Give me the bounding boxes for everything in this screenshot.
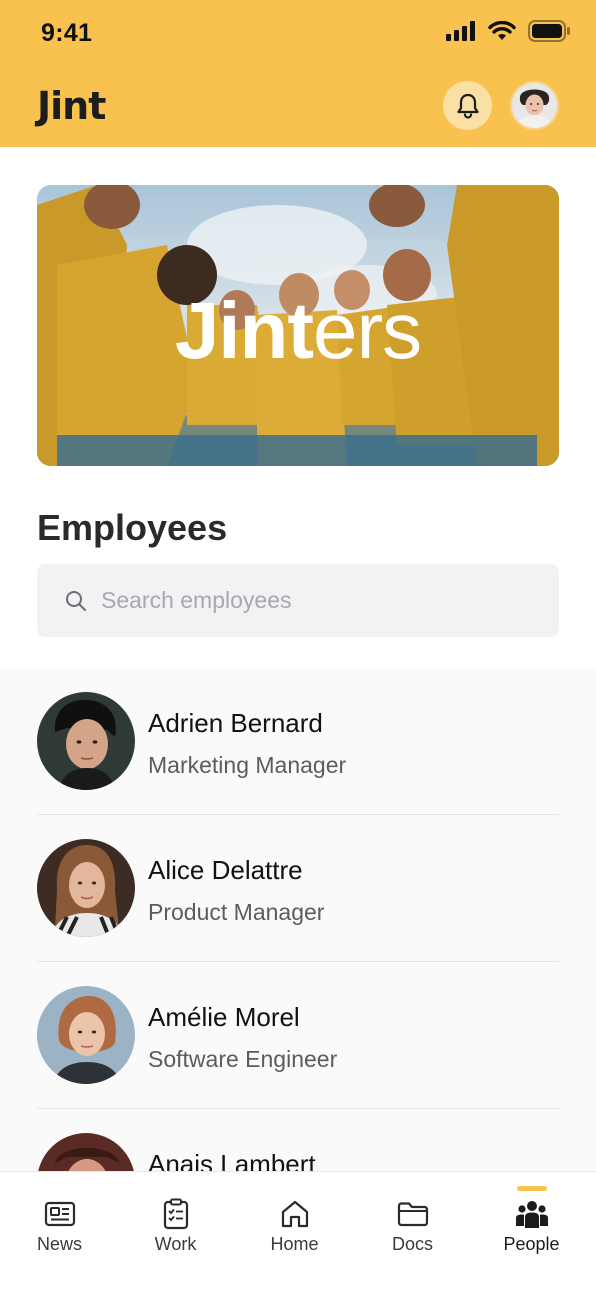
employee-name: Anais Lambert xyxy=(148,1149,316,1171)
employee-role: Product Manager xyxy=(148,899,325,925)
clipboard-checklist-icon xyxy=(163,1198,188,1230)
tab-label: Home xyxy=(270,1234,319,1254)
employee-name: Adrien Bernard xyxy=(148,708,323,738)
employee-avatar xyxy=(37,986,135,1084)
notifications-button[interactable] xyxy=(443,81,492,130)
profile-avatar[interactable] xyxy=(510,81,559,130)
hero-banner[interactable]: Jint ers xyxy=(37,185,559,466)
search-placeholder: Search employees xyxy=(101,587,292,613)
search-employees-input[interactable]: Search employees xyxy=(37,564,559,637)
bell-icon xyxy=(456,93,479,119)
employee-avatar xyxy=(37,1133,135,1171)
employee-name: Amélie Morel xyxy=(148,1002,300,1032)
bottom-tab-bar: News Work Home Docs People xyxy=(0,1171,596,1290)
user-photo xyxy=(512,83,557,128)
employee-row[interactable]: Adrien Bernard Marketing Manager xyxy=(37,668,559,815)
app-logo: Jint xyxy=(37,84,106,128)
tab-work[interactable]: Work xyxy=(116,1172,235,1290)
employees-title: Employees xyxy=(37,507,228,548)
home-icon xyxy=(281,1200,308,1228)
hero-title-light: ers xyxy=(313,285,422,375)
employee-avatar xyxy=(37,692,135,790)
tab-label: News xyxy=(36,1234,82,1254)
tab-label: Docs xyxy=(391,1234,433,1254)
employee-avatar xyxy=(37,839,135,937)
tab-home[interactable]: Home xyxy=(235,1172,354,1290)
tab-news[interactable]: News xyxy=(0,1172,119,1290)
employee-row[interactable]: Amélie Morel Software Engineer xyxy=(37,962,559,1109)
cellular-signal-icon xyxy=(446,21,475,41)
employee-role: Marketing Manager xyxy=(148,752,347,778)
battery-icon xyxy=(528,20,570,42)
employee-row[interactable]: Alice Delattre Product Manager xyxy=(37,815,559,962)
app-header: 9:41 Jint xyxy=(0,0,596,147)
tab-label: People xyxy=(503,1234,560,1254)
folder-icon xyxy=(397,1202,428,1227)
employee-name: Alice Delattre xyxy=(148,855,303,885)
newspaper-icon xyxy=(44,1201,75,1227)
hero-title-bold: Jint xyxy=(174,285,314,375)
wifi-icon xyxy=(488,21,516,40)
status-icons xyxy=(446,20,570,42)
hero-title: Jint ers xyxy=(37,185,559,466)
employee-row[interactable]: Anais Lambert Web Developer xyxy=(37,1109,559,1171)
tab-people[interactable]: People xyxy=(472,1172,591,1290)
employee-list[interactable]: Adrien Bernard Marketing Manager Alice D… xyxy=(0,668,596,1171)
people-icon xyxy=(515,1201,548,1228)
search-icon xyxy=(66,590,86,611)
tab-docs[interactable]: Docs xyxy=(353,1172,472,1290)
employee-role: Software Engineer xyxy=(148,1046,338,1072)
status-time: 9:41 xyxy=(41,19,93,47)
tab-label: Work xyxy=(154,1234,197,1254)
